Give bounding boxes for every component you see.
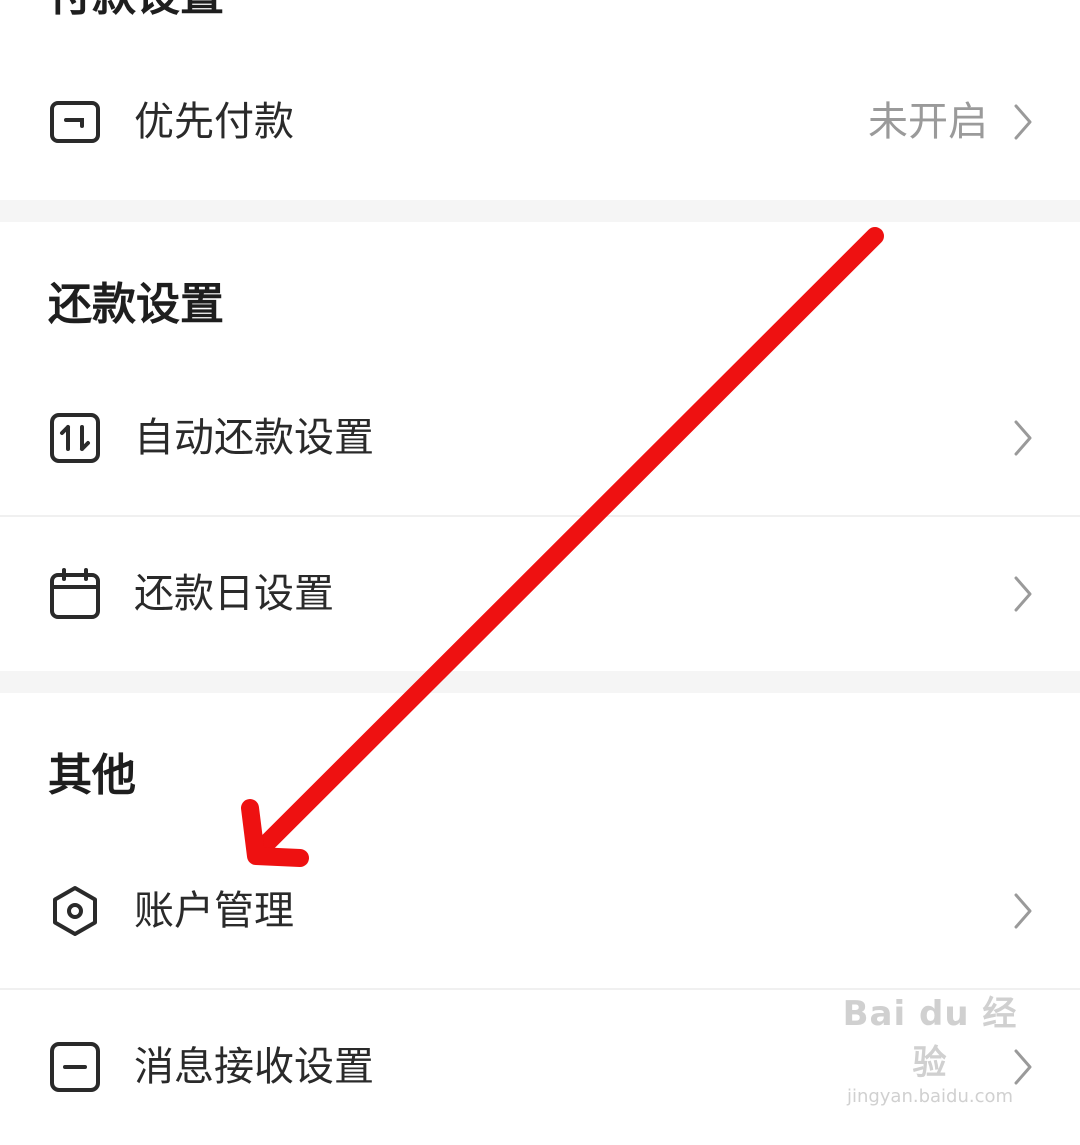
chevron-right-icon (1014, 893, 1032, 929)
watermark-url: jingyan.baidu.com (846, 1086, 1014, 1107)
section-title-payment: 付款设置 (48, 0, 224, 18)
row-auto-repay[interactable]: 自动还款设置 (0, 360, 1080, 516)
row-label: 自动还款设置 (134, 415, 374, 461)
calendar-icon (50, 568, 100, 619)
status-value: 未开启 (868, 99, 988, 145)
auto-repay-icon (50, 413, 100, 463)
message-icon (50, 1042, 100, 1092)
section-gap (0, 671, 1080, 693)
baidu-watermark: Bai du 经验 jingyan.baidu.com (830, 960, 1030, 1107)
section-gap (0, 200, 1080, 222)
row-repay-date[interactable]: 还款日设置 (0, 516, 1080, 672)
section-title-other: 其他 (48, 750, 136, 801)
row-label: 优先付款 (134, 99, 294, 145)
row-label: 还款日设置 (134, 571, 334, 617)
row-priority-payment[interactable]: 优先付款 未开启 (0, 44, 1080, 200)
section-title-repayment: 还款设置 (48, 279, 224, 330)
hexagon-settings-icon (53, 886, 97, 936)
chevron-right-icon (1014, 576, 1032, 612)
row-label: 消息接收设置 (134, 1044, 374, 1090)
row-label: 账户管理 (134, 888, 294, 934)
chevron-right-icon (1014, 104, 1032, 140)
wallet-icon (50, 101, 100, 143)
chevron-right-icon (1014, 420, 1032, 456)
watermark-brand: Bai du 经验 (842, 994, 1018, 1083)
